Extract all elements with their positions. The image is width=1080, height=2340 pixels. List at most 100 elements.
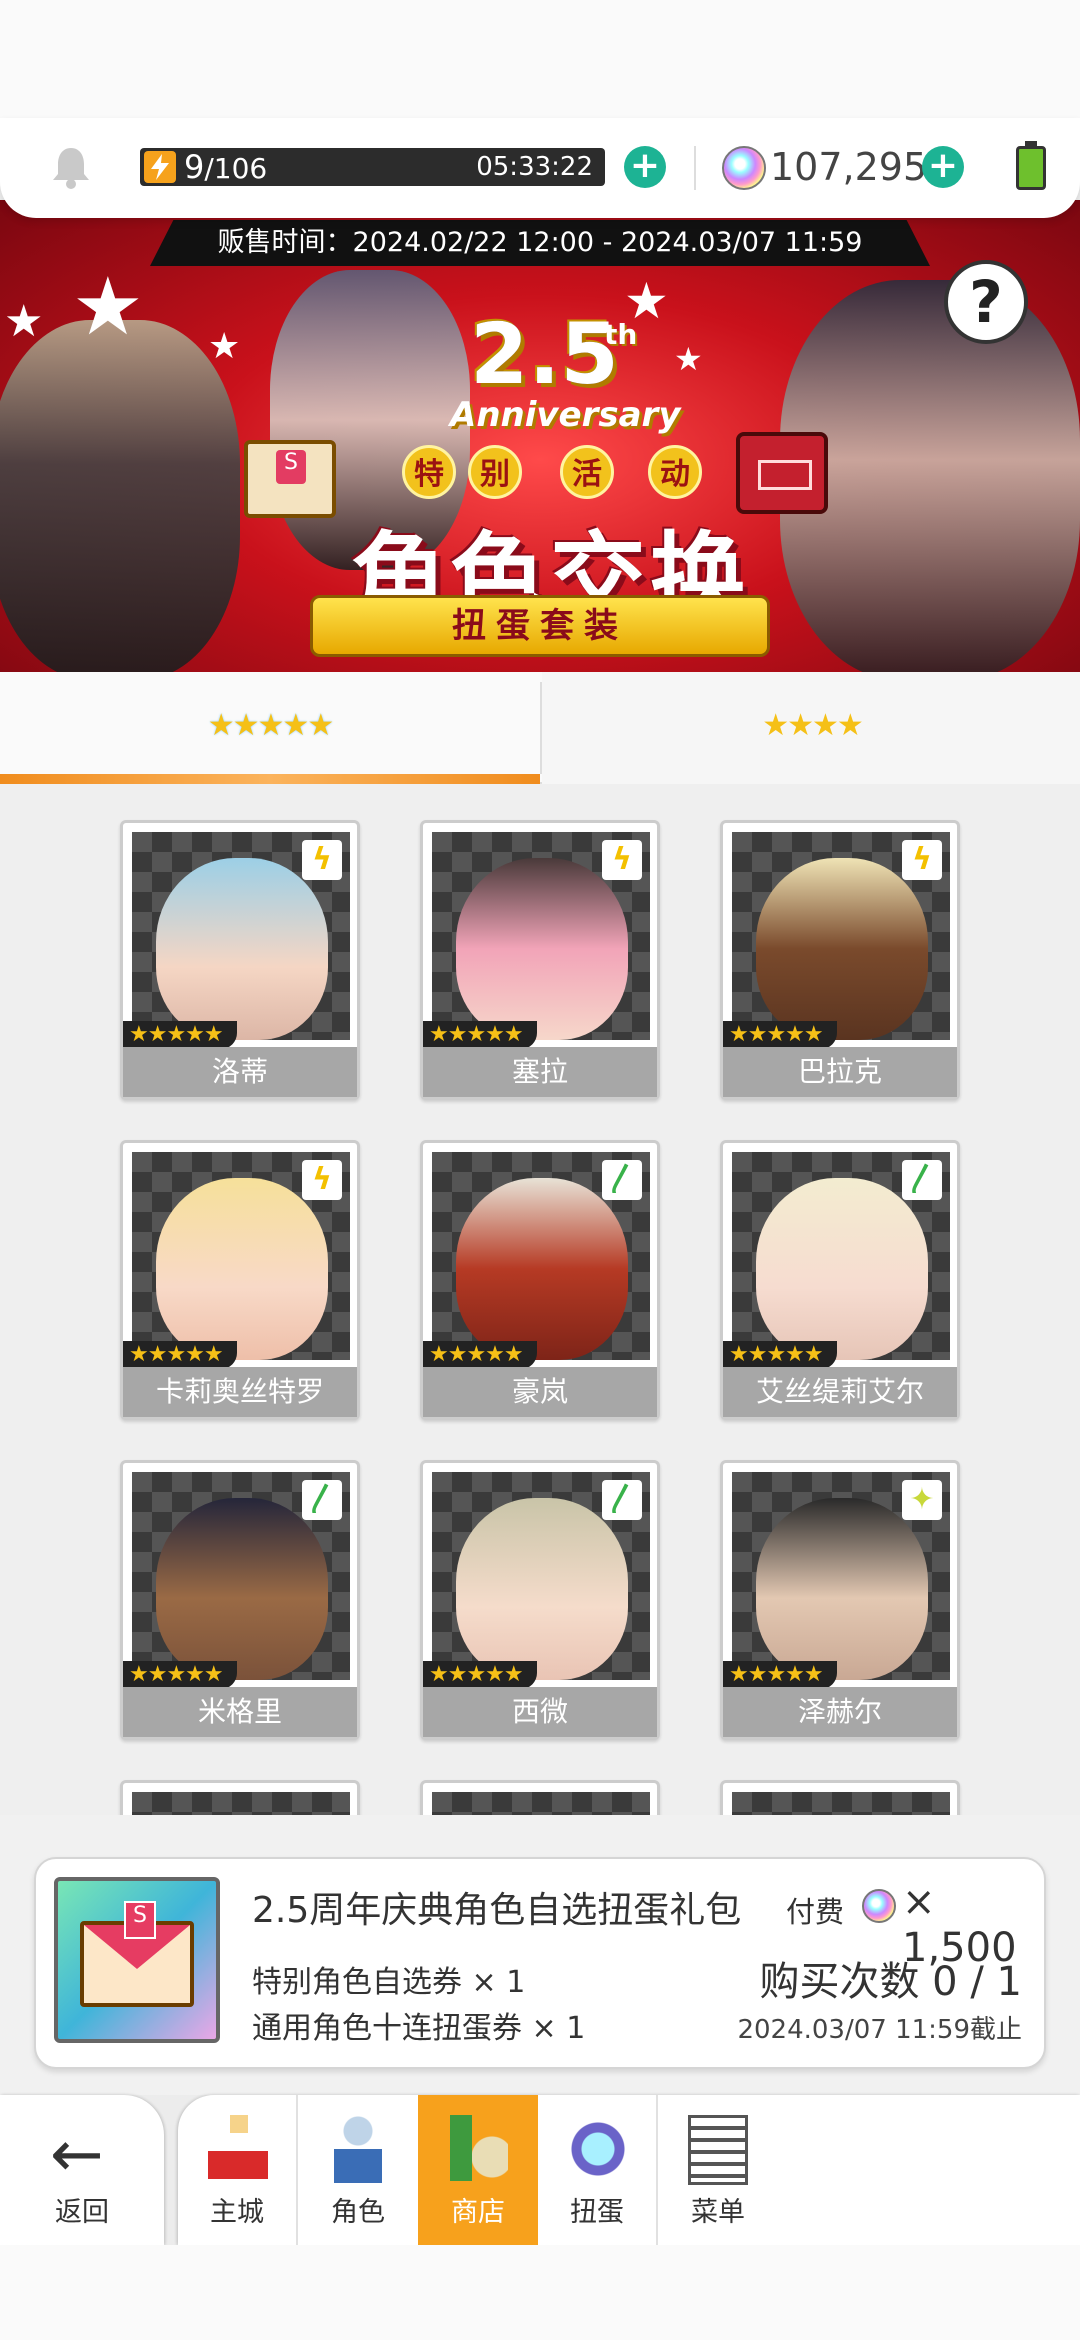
nav-item-label: 菜单 xyxy=(691,2197,745,2228)
light-element-icon: ϟ xyxy=(902,840,942,880)
active-tab-indicator xyxy=(0,774,540,784)
rarity-stars: ★★★★★ xyxy=(423,1021,537,1049)
character-face xyxy=(756,1498,928,1680)
envelope-item-icon xyxy=(244,440,336,518)
character-card[interactable]: 〳 ★★★★★ 艾丝缇莉艾尔 xyxy=(720,1140,960,1420)
light-element-icon: ϟ xyxy=(302,840,342,880)
rarity-stars: ★★★★★ xyxy=(423,1661,537,1689)
star-decoration-icon: ★ xyxy=(72,260,144,353)
character-icon xyxy=(328,2115,388,2185)
event-banner: ★ ★ ★ ★ ★ 贩售时间：2024.02/22 12:00 - 2024.0… xyxy=(0,200,1080,672)
character-portrait: ϟ xyxy=(432,832,650,1040)
event-char-chip: 特 xyxy=(402,445,456,499)
character-name: 西微 xyxy=(423,1687,657,1737)
header-divider xyxy=(694,146,696,190)
character-card[interactable]: 〳 ★★★★★ 豪岚 xyxy=(420,1140,660,1420)
anniversary-word: Anniversary xyxy=(450,395,681,435)
nav-item-character[interactable]: 角色 xyxy=(298,2095,418,2245)
character-portrait xyxy=(432,1792,650,1815)
bottom-nav: ← 返回 主城 角色 商店 扭蛋 菜单 xyxy=(0,2095,1080,2245)
nav-item-label: 商店 xyxy=(451,2197,505,2228)
character-portrait: 〳 xyxy=(432,1152,650,1360)
gem-icon xyxy=(862,1889,896,1923)
battery-icon xyxy=(1016,141,1046,190)
character-portrait: ϟ xyxy=(132,1152,350,1360)
event-char-chip: 活 xyxy=(560,445,614,499)
character-name: 米格里 xyxy=(123,1687,357,1737)
character-card[interactable]: ϟ ★★★★★ 卡莉奥丝特罗 xyxy=(120,1140,360,1420)
gem-icon xyxy=(722,146,766,190)
back-arrow-icon: ← xyxy=(50,2118,104,2192)
nav-item-gacha[interactable]: 扭蛋 xyxy=(538,2095,658,2245)
character-face xyxy=(456,1498,628,1680)
nav-item-shop[interactable]: 商店 xyxy=(418,2095,538,2245)
sale-time: 贩售时间：2024.02/22 12:00 - 2024.03/07 11:59 xyxy=(150,220,930,266)
nav-item-city[interactable]: 主城 xyxy=(178,2095,298,2245)
tab-4-star[interactable]: ★★★★ xyxy=(542,672,1080,784)
anniversary-suffix: th xyxy=(604,318,638,351)
offer-pay-label: 付费 xyxy=(786,1895,845,1929)
stamina-value: 9/106 xyxy=(184,148,267,188)
tab-5-star-label: ★★★★★ xyxy=(207,708,334,743)
light-element-icon: ϟ xyxy=(602,840,642,880)
stamina-bolt-icon xyxy=(144,151,176,183)
back-button[interactable]: ← 返回 xyxy=(0,2095,164,2245)
character-portrait: 〳 xyxy=(132,1472,350,1680)
light-element-icon: ϟ xyxy=(302,1160,342,1200)
character-card[interactable]: ϟ ★★★★★ 巴拉克 xyxy=(720,820,960,1100)
rarity-stars: ★★★★★ xyxy=(123,1021,237,1049)
help-button[interactable]: ? xyxy=(944,260,1028,344)
character-card-partial[interactable] xyxy=(420,1780,660,1815)
wind-element-icon: 〳 xyxy=(602,1480,642,1520)
character-name: 洛蒂 xyxy=(123,1047,357,1097)
gacha-icon xyxy=(568,2115,628,2185)
wind-element-icon: 〳 xyxy=(902,1160,942,1200)
character-face xyxy=(156,1498,328,1680)
nav-item-menu[interactable]: 菜单 xyxy=(658,2095,778,2245)
offer-area: 2.5周年庆典角色自选扭蛋礼包 付费 × 1,500 特别角色自选券 × 1 通… xyxy=(0,1815,1080,2095)
character-card[interactable]: ϟ ★★★★★ 塞拉 xyxy=(420,820,660,1100)
gacha-bundle-offer[interactable]: 2.5周年庆典角色自选扭蛋礼包 付费 × 1,500 特别角色自选券 × 1 通… xyxy=(34,1857,1046,2069)
rarity-stars: ★★★★★ xyxy=(723,1021,837,1049)
character-card-partial[interactable] xyxy=(720,1780,960,1815)
character-face xyxy=(156,858,328,1040)
rarity-stars: ★★★★★ xyxy=(423,1341,537,1369)
character-name: 艾丝缇莉艾尔 xyxy=(723,1367,957,1417)
rarity-stars: ★★★★★ xyxy=(123,1341,237,1369)
character-card-partial[interactable] xyxy=(120,1780,360,1815)
rarity-tabs: ★★★★★ ★★★★ xyxy=(0,672,1080,784)
nav-item-label: 角色 xyxy=(331,2197,385,2228)
add-gem-button[interactable]: + xyxy=(922,146,964,188)
character-card[interactable]: 〳 ★★★★★ 米格里 xyxy=(120,1460,360,1740)
character-name: 巴拉克 xyxy=(723,1047,957,1097)
gem-count: 107,295 xyxy=(770,145,928,189)
rarity-stars: ★★★★★ xyxy=(723,1341,837,1369)
character-portrait: ϟ xyxy=(132,832,350,1040)
stamina-timer: 05:33:22 xyxy=(476,152,593,182)
rarity-stars: ★★★★★ xyxy=(723,1661,837,1689)
character-card[interactable]: 〳 ★★★★★ 西微 xyxy=(420,1460,660,1740)
menu-icon xyxy=(688,2115,748,2185)
star-decoration-icon: ★ xyxy=(4,296,44,347)
rarity-stars: ★★★★★ xyxy=(123,1661,237,1689)
character-portrait: ✦ xyxy=(732,1472,950,1680)
bell-icon[interactable] xyxy=(50,144,92,190)
character-card[interactable]: ϟ ★★★★★ 洛蒂 xyxy=(120,820,360,1100)
wind-element-icon: 〳 xyxy=(602,1160,642,1200)
nav-item-label: 扭蛋 xyxy=(570,2197,624,2228)
character-portrait: 〳 xyxy=(732,1152,950,1360)
city-icon xyxy=(208,2115,268,2185)
offer-content-line: 特别角色自选券 × 1 xyxy=(252,1965,526,2000)
character-card[interactable]: ✦ ★★★★★ 泽赫尔 xyxy=(720,1460,960,1740)
anniversary-number: 2.5 xyxy=(470,305,619,403)
resource-bar: 9/106 05:33:22 + 107,295 + xyxy=(0,118,1080,218)
system-nav-area xyxy=(0,2245,1080,2340)
add-stamina-button[interactable]: + xyxy=(624,146,666,188)
star-element-icon: ✦ xyxy=(902,1480,942,1520)
stamina-meter: 9/106 05:33:22 xyxy=(140,148,605,186)
character-face xyxy=(756,1178,928,1360)
tab-5-star[interactable]: ★★★★★ xyxy=(0,672,540,784)
star-decoration-icon: ★ xyxy=(208,326,241,367)
character-portrait: 〳 xyxy=(432,1472,650,1680)
wind-element-icon: 〳 xyxy=(302,1480,342,1520)
